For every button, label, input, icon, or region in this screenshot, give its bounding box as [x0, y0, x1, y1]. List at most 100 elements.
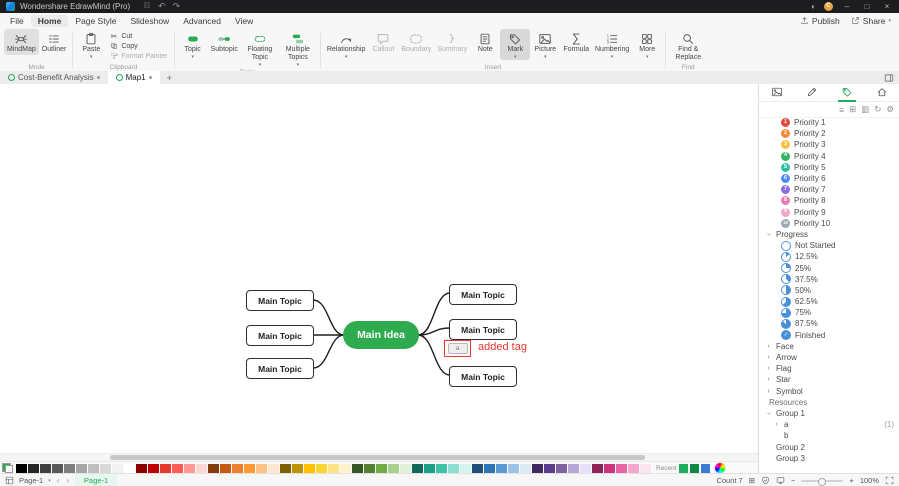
color-swatch[interactable] — [678, 463, 688, 473]
color-swatch[interactable] — [256, 463, 267, 473]
format-painter-button[interactable]: Format Painter — [106, 51, 170, 61]
zoom-out-button[interactable]: − — [791, 476, 795, 485]
progress-not-started-item[interactable]: Not Started — [759, 240, 899, 251]
summary-button[interactable]: Summary — [434, 29, 470, 55]
new-tab-button[interactable]: + — [160, 71, 179, 84]
group-1-header[interactable]: › Group 1 — [759, 408, 899, 419]
publish-button[interactable]: Publish — [800, 16, 840, 26]
color-swatch[interactable] — [196, 463, 207, 473]
central-topic-node[interactable]: Main Idea — [343, 321, 419, 349]
more-button[interactable]: More ▾ — [632, 29, 662, 60]
main-topic-node[interactable]: Main Topic — [449, 366, 517, 387]
star-section-header[interactable]: › Star — [759, 374, 899, 385]
arrow-section-header[interactable]: › Arrow — [759, 352, 899, 363]
priority-4-item[interactable]: 4 Priority 4 — [759, 151, 899, 162]
grid-icon[interactable]: ⊞ — [749, 476, 755, 485]
panel-tab-mark[interactable] — [838, 83, 857, 102]
board-view-icon[interactable]: ▥ — [861, 104, 869, 115]
gear-icon[interactable]: ⚙ — [886, 104, 894, 115]
color-swatch[interactable] — [160, 463, 171, 473]
save-icon[interactable] — [143, 0, 151, 13]
priority-10-item[interactable]: 10 Priority 10 — [759, 218, 899, 229]
subtopic-button[interactable]: Subtopic — [208, 29, 241, 55]
color-swatch[interactable] — [436, 463, 447, 473]
outliner-button[interactable]: Outliner — [39, 29, 70, 55]
grid-view-icon[interactable]: ⊞ — [849, 104, 856, 115]
priority-8-item[interactable]: 8 Priority 8 — [759, 195, 899, 206]
note-button[interactable]: Note — [470, 29, 500, 55]
color-swatch[interactable] — [628, 463, 639, 473]
color-swatch[interactable] — [568, 463, 579, 473]
color-swatch[interactable] — [640, 463, 651, 473]
face-section-header[interactable]: › Face — [759, 341, 899, 352]
refresh-icon[interactable]: ↻ — [874, 104, 881, 115]
color-swatch[interactable] — [52, 463, 63, 473]
resource-tag-badge[interactable]: a — [447, 343, 468, 354]
tag-item-a[interactable]: › a (1) — [759, 419, 899, 430]
main-topic-node[interactable]: Main Topic — [449, 284, 517, 305]
priority-5-item[interactable]: 5 Priority 5 — [759, 162, 899, 173]
priority-2-item[interactable]: 2 Priority 2 — [759, 128, 899, 139]
priority-9-item[interactable]: 9 Priority 9 — [759, 207, 899, 218]
color-swatch[interactable] — [340, 463, 351, 473]
priority-3-item[interactable]: 3 Priority 3 — [759, 139, 899, 150]
color-swatch[interactable] — [496, 463, 507, 473]
priority-6-item[interactable]: 6 Priority 6 — [759, 173, 899, 184]
color-swatch[interactable] — [100, 463, 111, 473]
multiple-topics-button[interactable]: Multiple Topics ▾ — [279, 29, 317, 68]
color-swatch[interactable] — [112, 463, 123, 473]
tag-item-b[interactable]: b — [759, 430, 899, 441]
progress-section-header[interactable]: › Progress — [759, 229, 899, 240]
main-topic-node[interactable]: Main Topic — [449, 319, 517, 340]
color-swatch[interactable] — [40, 463, 51, 473]
color-swatch[interactable] — [328, 463, 339, 473]
tab-close-icon[interactable] — [148, 76, 152, 79]
color-swatch[interactable] — [508, 463, 519, 473]
topic-button[interactable]: Topic ▾ — [178, 29, 208, 60]
color-swatch[interactable] — [616, 463, 627, 473]
doc-tab-cost-benefit[interactable]: Cost-Benefit Analysis — [0, 71, 108, 84]
color-swatch[interactable] — [220, 463, 231, 473]
presentation-icon[interactable] — [776, 476, 785, 485]
progress-12-item[interactable]: 12.5% — [759, 251, 899, 262]
color-swatch[interactable] — [292, 463, 303, 473]
color-swatch[interactable] — [172, 463, 183, 473]
color-swatch[interactable] — [304, 463, 315, 473]
color-swatch[interactable] — [689, 463, 699, 473]
page-selector[interactable]: Page-1 — [19, 476, 43, 485]
mark-button[interactable]: Mark ▾ — [500, 29, 531, 61]
scrollbar-thumb[interactable] — [110, 455, 645, 460]
copy-button[interactable]: Copy — [106, 41, 170, 51]
redo-icon[interactable]: ↷ — [173, 0, 181, 13]
main-topic-node[interactable]: Main Topic — [246, 325, 314, 346]
maximize-button[interactable]: □ — [861, 0, 873, 13]
fill-color-selector-icon[interactable] — [2, 463, 13, 473]
close-button[interactable]: × — [881, 0, 893, 13]
color-swatch[interactable] — [484, 463, 495, 473]
progress-87-item[interactable]: 87.5% — [759, 318, 899, 329]
color-swatch[interactable] — [448, 463, 459, 473]
color-swatch[interactable] — [136, 463, 147, 473]
progress-75-item[interactable]: 75% — [759, 307, 899, 318]
color-swatch[interactable] — [352, 463, 363, 473]
color-swatch[interactable] — [208, 463, 219, 473]
color-swatch[interactable] — [580, 463, 591, 473]
color-swatch[interactable] — [76, 463, 87, 473]
progress-25-item[interactable]: 25% — [759, 262, 899, 274]
color-swatch[interactable] — [88, 463, 99, 473]
color-swatch[interactable] — [604, 463, 615, 473]
fit-screen-icon[interactable] — [885, 476, 894, 485]
zoom-slider-thumb[interactable] — [818, 477, 827, 486]
group-2-header[interactable]: Group 2 — [759, 441, 899, 452]
pages-icon[interactable] — [5, 476, 14, 485]
formula-button[interactable]: ∑ Formula — [560, 29, 592, 55]
color-swatch[interactable] — [316, 463, 327, 473]
color-swatch[interactable] — [16, 463, 27, 473]
menu-file[interactable]: File — [3, 15, 31, 27]
color-swatch[interactable] — [424, 463, 435, 473]
priority-1-item[interactable]: 1 Priority 1 — [759, 117, 899, 128]
callout-button[interactable]: Callout — [368, 29, 398, 55]
theme-icon[interactable]: ◐ — [811, 0, 816, 13]
menu-page-style[interactable]: Page Style — [68, 15, 123, 27]
flag-section-header[interactable]: › Flag — [759, 363, 899, 374]
